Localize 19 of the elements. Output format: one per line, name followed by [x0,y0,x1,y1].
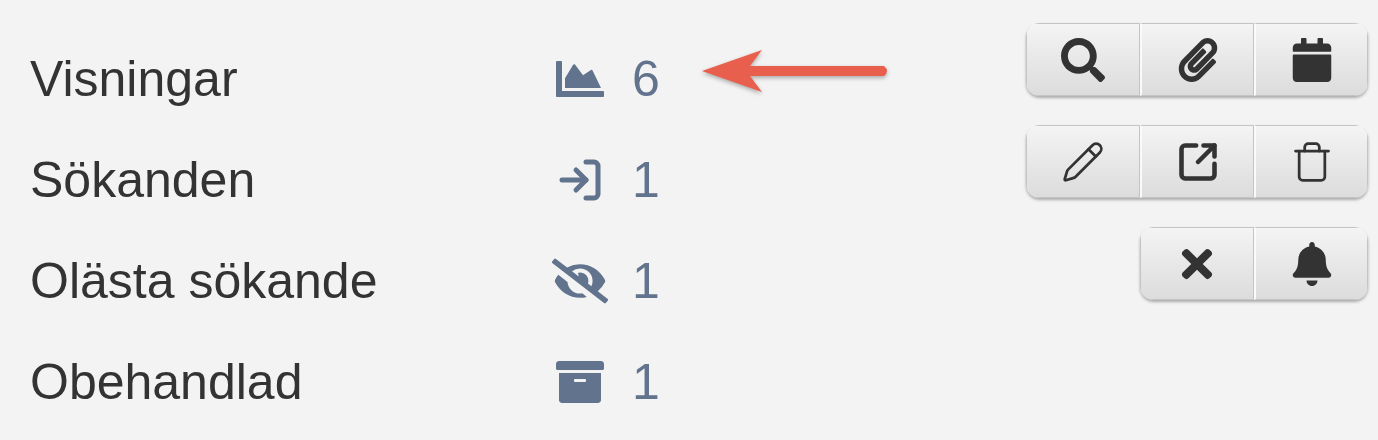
stat-count: 1 [632,356,660,407]
edit-button[interactable] [1026,125,1140,198]
stat-label: Sökanden [30,154,257,205]
pencil-icon [1061,139,1105,184]
close-button[interactable] [1140,227,1254,300]
external-link-button[interactable] [1140,125,1254,198]
stat-label: Visningar [30,53,239,104]
stat-label: Olästa sökande [30,255,379,306]
search-button[interactable] [1026,23,1140,96]
stat-label: Obehandlad [30,356,304,407]
eye-slash-icon [552,256,608,305]
search-icon [1061,37,1105,82]
bell-button[interactable] [1254,227,1368,300]
stat-count: 6 [632,53,660,104]
calendar-button[interactable] [1254,23,1368,96]
delete-button[interactable] [1254,125,1368,198]
stat-count: 1 [632,255,660,306]
attach-button[interactable] [1140,23,1254,96]
stat-count: 1 [632,154,660,205]
